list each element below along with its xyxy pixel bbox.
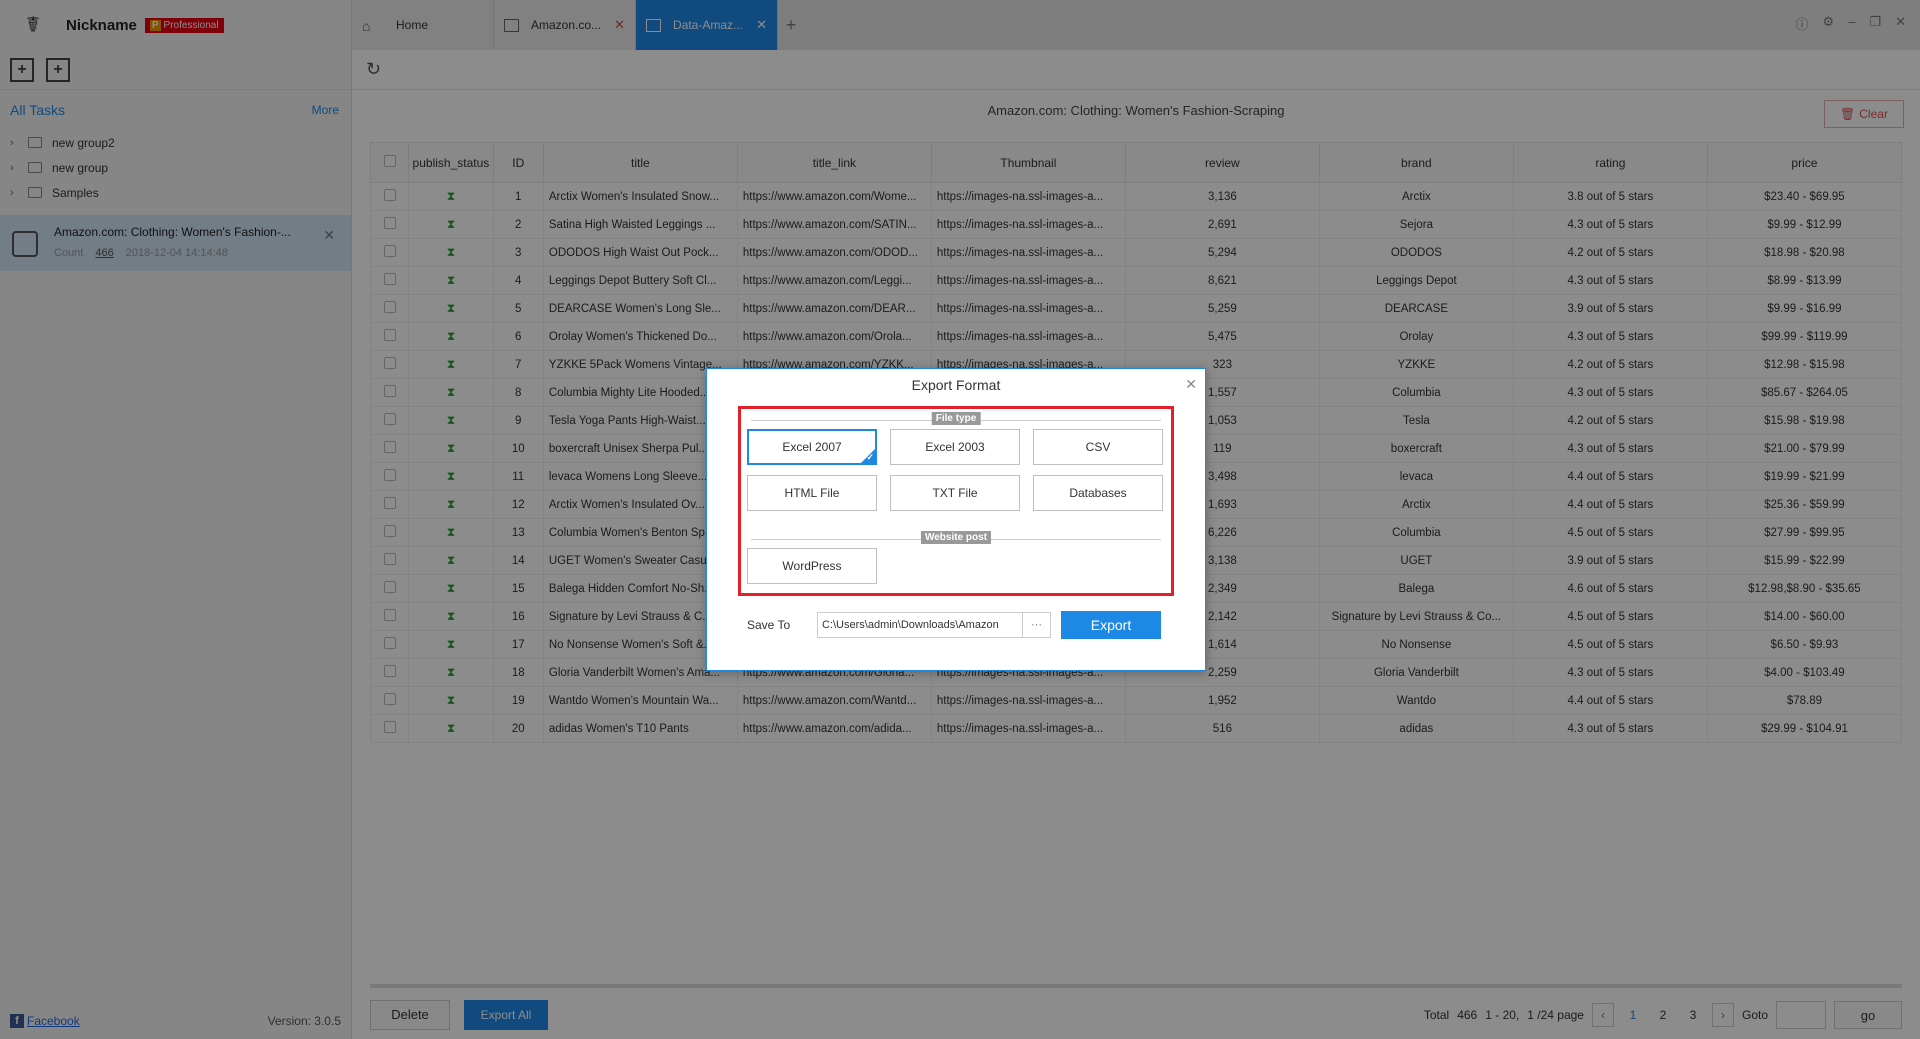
- option-label: HTML File: [784, 486, 840, 500]
- dialog-title: Export Format ✕: [707, 369, 1205, 401]
- wordpress-option[interactable]: WordPress: [747, 548, 877, 584]
- check-icon: ✓: [866, 452, 874, 462]
- databases-option[interactable]: Databases: [1033, 475, 1163, 511]
- option-label: Excel 2007: [782, 440, 842, 454]
- browse-button[interactable]: ···: [1023, 612, 1051, 638]
- csv-option[interactable]: CSV: [1033, 429, 1163, 465]
- dialog-title-text: Export Format: [911, 377, 1001, 393]
- option-label: CSV: [1085, 440, 1111, 454]
- excel-2007-option[interactable]: Excel 2007 ✓: [747, 429, 877, 465]
- export-button[interactable]: Export: [1061, 611, 1161, 639]
- save-to-label: Save To: [747, 618, 791, 632]
- option-label: TXT File: [932, 486, 978, 500]
- option-label: WordPress: [782, 559, 842, 573]
- website-post-label: Website post: [920, 531, 992, 544]
- save-to-row: Save To C:\Users\admin\Downloads\Amazon …: [747, 611, 1161, 639]
- save-path-input[interactable]: C:\Users\admin\Downloads\Amazon: [817, 612, 1023, 638]
- export-format-dialog: Export Format ✕ File type Excel 2007 ✓ E…: [706, 368, 1206, 671]
- file-type-highlight: File type Excel 2007 ✓ Excel 2003 CSV HT…: [738, 406, 1174, 596]
- html-file-option[interactable]: HTML File: [747, 475, 877, 511]
- txt-file-option[interactable]: TXT File: [890, 475, 1020, 511]
- file-type-label: File type: [931, 412, 981, 425]
- excel-2003-option[interactable]: Excel 2003: [890, 429, 1020, 465]
- close-icon[interactable]: ✕: [1185, 376, 1197, 393]
- option-label: Excel 2003: [925, 440, 985, 454]
- option-label: Databases: [1069, 486, 1127, 500]
